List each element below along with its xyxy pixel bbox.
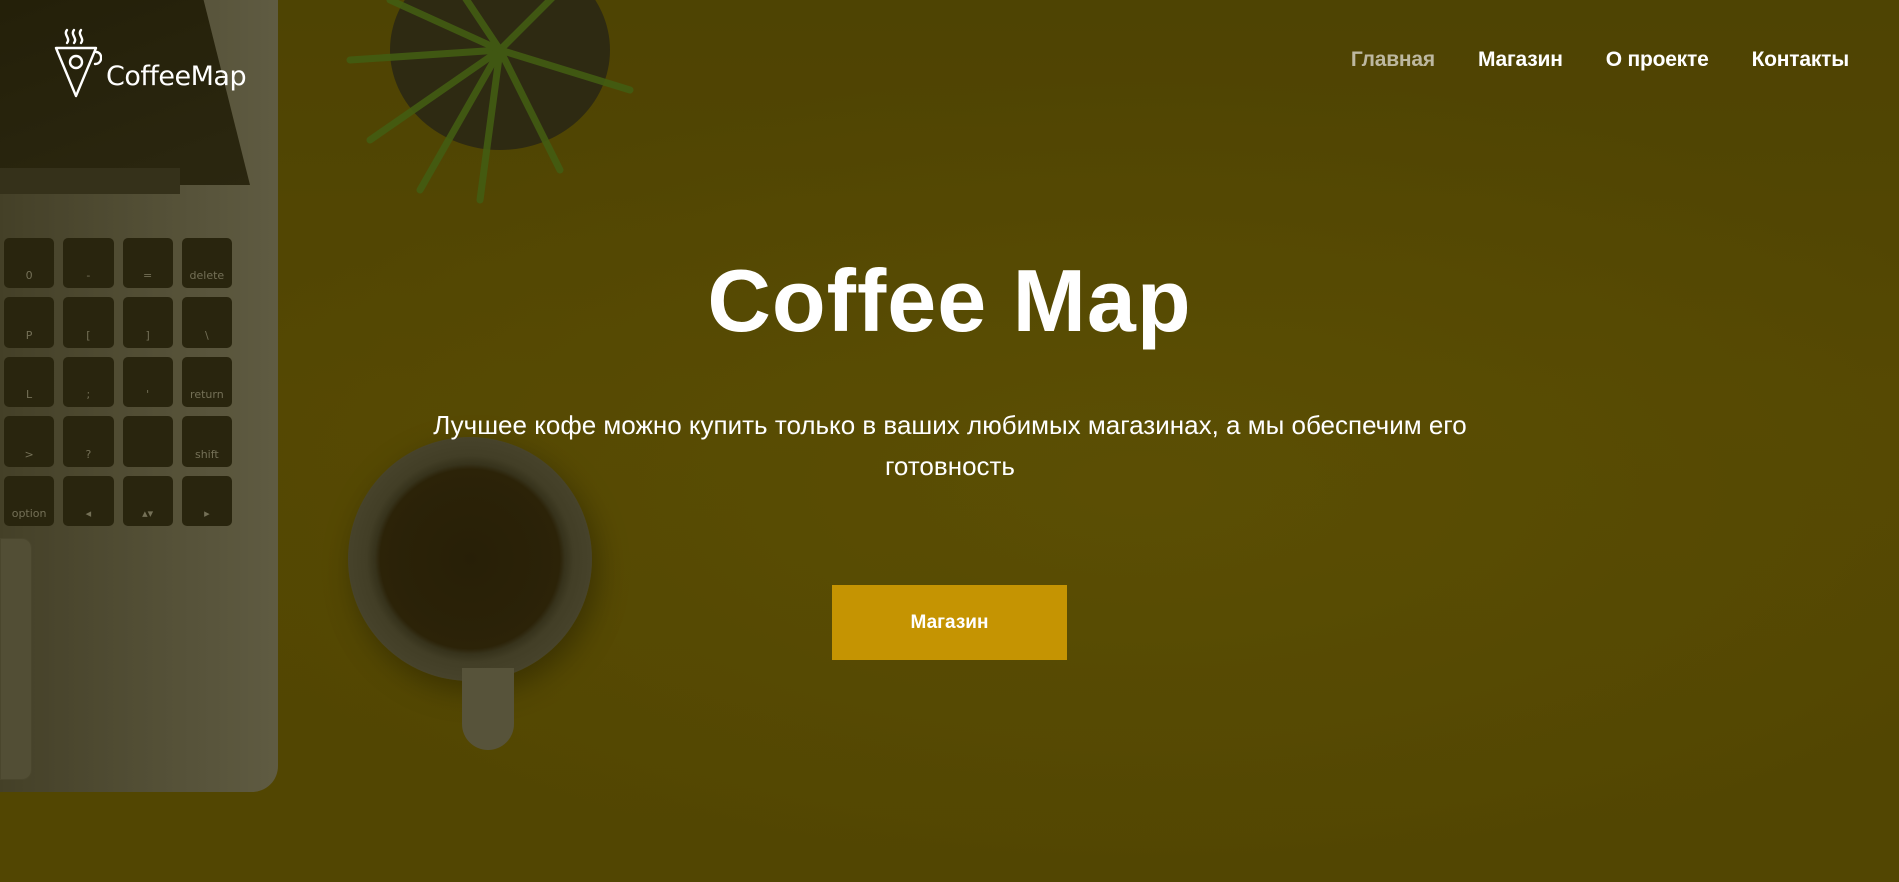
hero-subtitle: Лучшее кофе можно купить только в ваших … (433, 410, 1467, 481)
nav-item-shop[interactable]: Магазин (1478, 48, 1563, 72)
nav-item-home[interactable]: Главная (1351, 48, 1435, 72)
hero-section: 0 - = delete P [ ] \ L ; ' return > ? sh… (0, 0, 1899, 882)
shop-button[interactable]: Магазин (832, 585, 1067, 660)
nav-item-contacts[interactable]: Контакты (1752, 48, 1850, 72)
coffee-map-pin-icon (54, 28, 102, 98)
hero-title: Coffee Map (707, 251, 1192, 350)
nav-item-about[interactable]: О проекте (1606, 48, 1709, 72)
site-logo[interactable]: CoffeeMap (50, 28, 247, 100)
logo-text: CoffeeMap (106, 61, 247, 92)
main-nav: Главная Магазин О проекте Контакты (1351, 48, 1849, 72)
